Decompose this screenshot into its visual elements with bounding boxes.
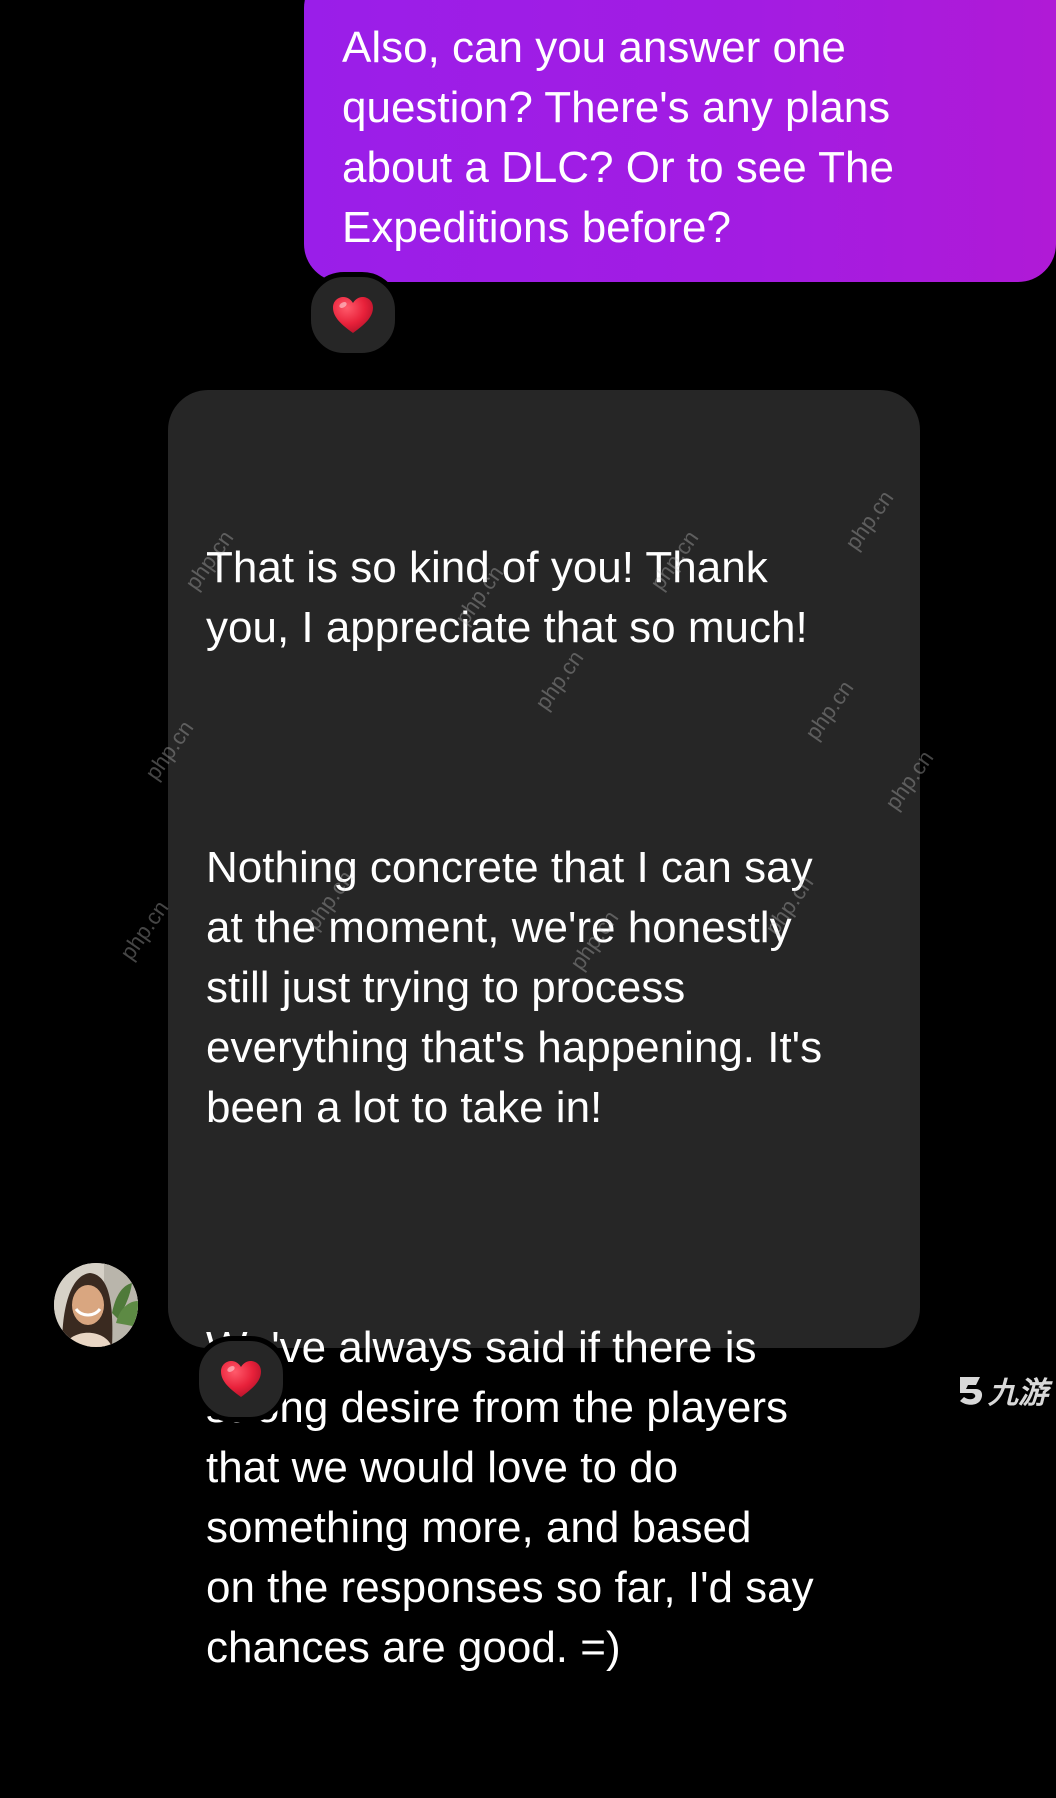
sender-avatar[interactable]	[54, 1263, 138, 1347]
site-logo: 九游	[956, 1368, 1048, 1412]
received-message-reaction[interactable]	[194, 1336, 288, 1422]
avatar-photo	[54, 1263, 138, 1347]
message-paragraph: We've always said if there is strong des…	[206, 1323, 814, 1672]
chat-thread: Also, can you answer one question? There…	[0, 0, 1056, 1672]
received-message-text: That is so kind of you! Thank you, I app…	[206, 418, 900, 1798]
message-paragraph: That is so kind of you! Thank you, I app…	[206, 543, 808, 652]
nine-game-logo-icon	[960, 1377, 983, 1405]
logo-text: 九游	[988, 1377, 1048, 1410]
message-paragraph: Nothing concrete that I can say at the m…	[206, 843, 823, 1132]
sent-message-reaction[interactable]	[306, 272, 400, 358]
received-message-bubble[interactable]: That is so kind of you! Thank you, I app…	[168, 390, 920, 1672]
heart-icon	[221, 1361, 261, 1397]
watermark-text: php.cn	[115, 895, 174, 965]
heart-icon	[333, 297, 373, 333]
sent-message-bubble[interactable]: Also, can you answer one question? There…	[304, 0, 1056, 282]
sent-message-text: Also, can you answer one question? There…	[342, 23, 894, 252]
